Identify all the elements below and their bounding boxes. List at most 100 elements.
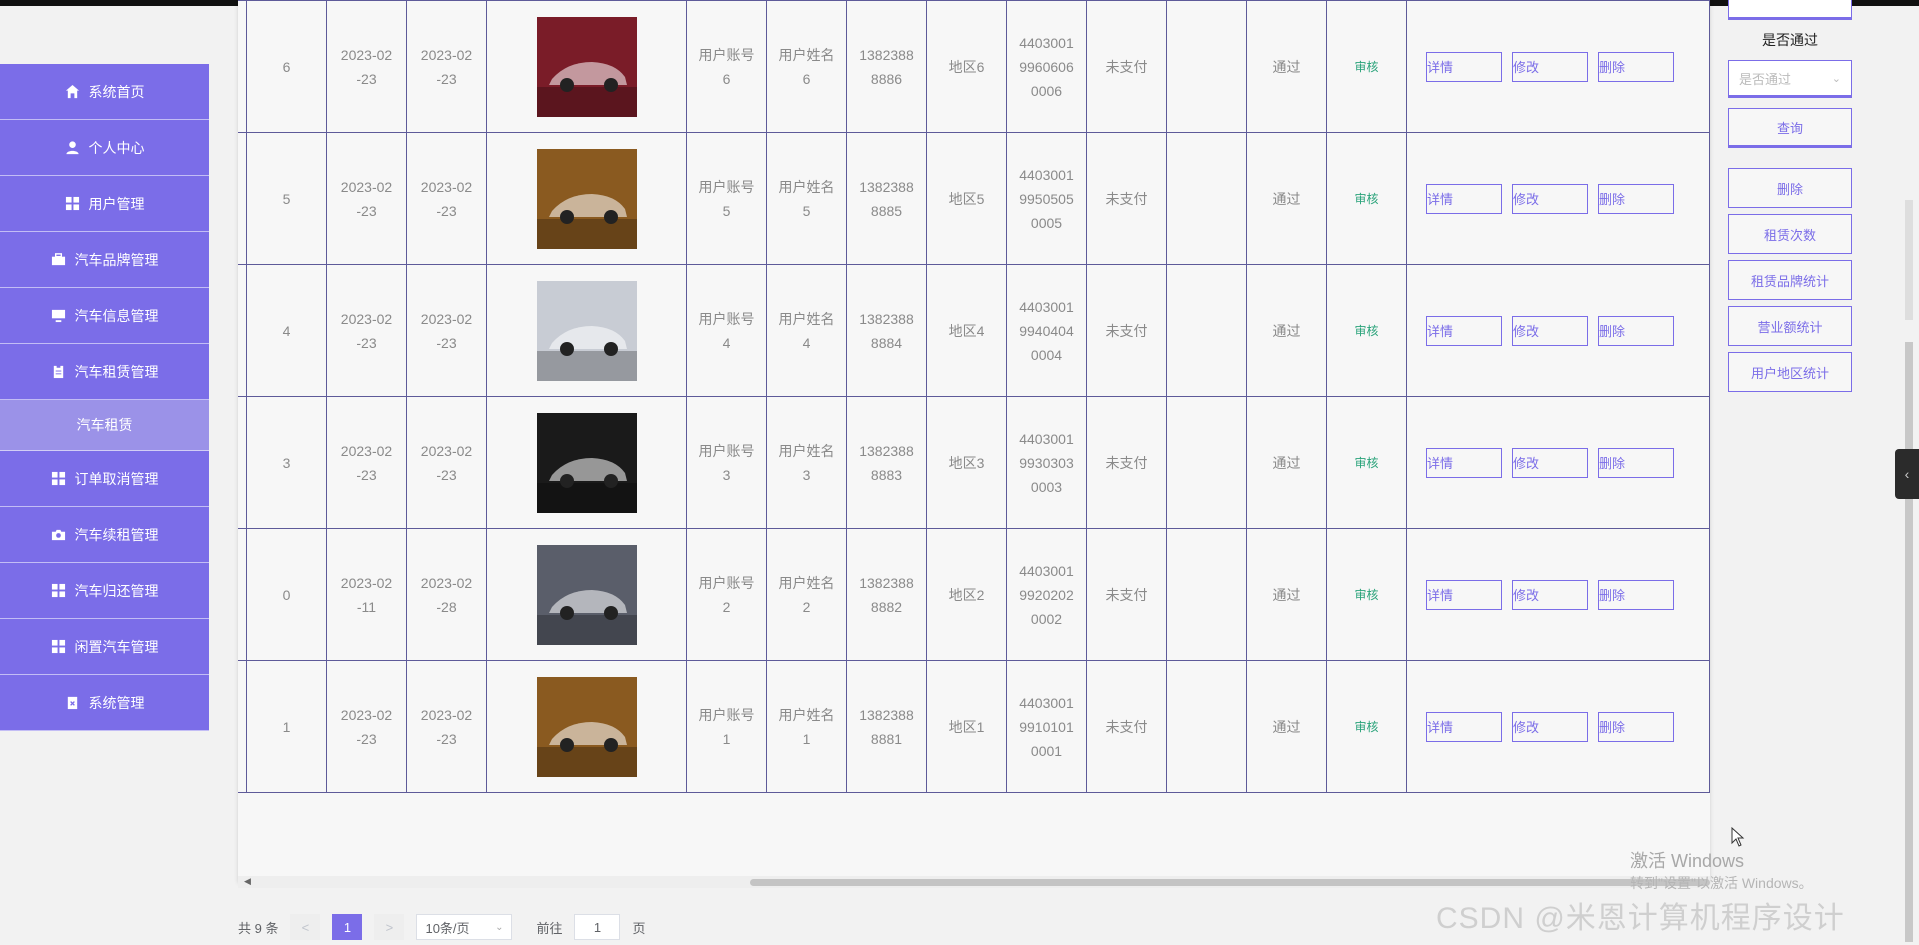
sidebar-item-5[interactable]: 汽车租赁管理	[0, 344, 209, 400]
region-cell: 地区4	[926, 264, 1007, 397]
actions-cell: 详情修改删除	[1406, 132, 1710, 265]
end-date-cell: 2023-02-23	[406, 264, 487, 397]
detail-button[interactable]: 详情	[1426, 579, 1502, 610]
edit-button[interactable]: 修改	[1512, 447, 1588, 478]
sidebar-item-4[interactable]: 汽车信息管理	[0, 288, 209, 344]
row-id-cell: 3	[246, 396, 327, 529]
detail-button[interactable]: 详情	[1426, 447, 1502, 478]
row-id-cell: 4	[246, 264, 327, 397]
edit-button[interactable]: 修改	[1512, 51, 1588, 82]
review-link[interactable]: 审核	[1354, 720, 1378, 734]
sidebar-item-label: 汽车信息管理	[74, 307, 159, 324]
review-link[interactable]: 审核	[1354, 588, 1378, 602]
row-id-cell: 6	[246, 0, 327, 133]
briefcase-icon	[51, 252, 67, 268]
sidebar-item-1[interactable]: 个人中心	[0, 120, 209, 176]
idcard-cell: 4403001 9930303 0003	[1006, 396, 1087, 529]
edit-button[interactable]: 修改	[1512, 711, 1588, 742]
horizontal-scrollbar[interactable]: ◀	[238, 876, 1710, 888]
delete-button[interactable]: 删除	[1598, 183, 1674, 214]
car-photo[interactable]	[536, 16, 637, 117]
idcard-cell: 4403001 9920202 0002	[1006, 528, 1087, 661]
row-id-cell: 5	[246, 132, 327, 265]
sidebar-item-label: 订单取消管理	[74, 470, 159, 487]
region-stats-button[interactable]: 用户地区统计	[1728, 352, 1852, 392]
sidebar-item-9[interactable]: 汽车归还管理	[0, 563, 209, 619]
car-photo[interactable]	[536, 280, 637, 381]
revenue-stats-button[interactable]: 营业额统计	[1728, 306, 1852, 346]
detail-button[interactable]: 详情	[1426, 711, 1502, 742]
detail-button[interactable]: 详情	[1426, 315, 1502, 346]
sidebar-item-6[interactable]: 汽车租赁	[0, 400, 209, 451]
car-photo[interactable]	[536, 676, 637, 777]
windows-activation-title: 激活 Windows	[1630, 851, 1745, 871]
detail-button[interactable]: 详情	[1426, 51, 1502, 82]
delete-button[interactable]: 删除	[1598, 315, 1674, 346]
delete-button[interactable]: 删除	[1598, 447, 1674, 478]
collapse-panel-button[interactable]: ‹	[1895, 449, 1919, 499]
pass-filter-label: 是否通过	[1762, 32, 1818, 48]
edit-button[interactable]: 修改	[1512, 579, 1588, 610]
sidebar-item-11[interactable]: 系统管理	[0, 675, 209, 731]
vertical-scrollbar-track[interactable]	[1905, 200, 1913, 320]
review-link[interactable]: 审核	[1354, 60, 1378, 74]
brand-stats-button[interactable]: 租赁品牌统计	[1728, 260, 1852, 300]
name-cell: 用户姓名 5	[766, 132, 847, 265]
actions-cell: 详情修改删除	[1406, 528, 1710, 661]
page-size-select[interactable]: 10条/页 ⌄	[416, 914, 513, 940]
row-gutter	[238, 396, 247, 529]
region-cell: 地区6	[926, 0, 1007, 133]
vertical-scrollbar-thumb[interactable]	[1905, 342, 1913, 942]
sidebar-item-0[interactable]: 系统首页	[0, 64, 209, 120]
row-gutter	[238, 0, 247, 133]
total-count: 共 9 条	[238, 920, 279, 936]
car-photo[interactable]	[536, 412, 637, 513]
grid-icon	[51, 639, 67, 655]
payment-status-cell: 未支付	[1086, 528, 1167, 661]
review-cell: 审核	[1326, 660, 1407, 793]
note-cell	[1166, 660, 1247, 793]
name-cell: 用户姓名 3	[766, 396, 847, 529]
detail-button[interactable]: 详情	[1426, 183, 1502, 214]
review-link[interactable]: 审核	[1354, 324, 1378, 338]
delete-button[interactable]: 删除	[1598, 579, 1674, 610]
car-photo[interactable]	[536, 148, 637, 249]
sidebar-item-label: 系统首页	[88, 83, 145, 100]
name-cell: 用户姓名 2	[766, 528, 847, 661]
sidebar-item-label: 汽车租赁	[76, 417, 133, 433]
pass-filter-select[interactable]: 是否通过 ⌄	[1728, 60, 1852, 98]
pass-status-cell: 通过	[1246, 528, 1327, 661]
scroll-left-icon[interactable]: ◀	[244, 876, 251, 887]
review-cell: 审核	[1326, 528, 1407, 661]
sidebar-item-8[interactable]: 汽车续租管理	[0, 507, 209, 563]
review-link[interactable]: 审核	[1354, 192, 1378, 206]
batch-delete-button[interactable]: 删除	[1728, 168, 1852, 208]
actions-cell: 详情修改删除	[1406, 660, 1710, 793]
rental-count-button[interactable]: 租赁次数	[1728, 214, 1852, 254]
idcard-cell: 4403001 9960606 0006	[1006, 0, 1087, 133]
payment-status-cell: 未支付	[1086, 264, 1167, 397]
review-cell: 审核	[1326, 396, 1407, 529]
car-photo[interactable]	[536, 544, 637, 645]
next-page-button[interactable]: >	[374, 914, 405, 940]
edit-button[interactable]: 修改	[1512, 315, 1588, 346]
name-cell: 用户姓名 1	[766, 660, 847, 793]
sidebar-item-2[interactable]: 用户管理	[0, 176, 209, 232]
pass-status-cell: 通过	[1246, 396, 1327, 529]
scrollbar-thumb[interactable]	[750, 879, 1710, 886]
filter-top-button[interactable]	[1728, 0, 1852, 20]
edit-button[interactable]: 修改	[1512, 183, 1588, 214]
rental-table: 72023-02-232023-02-23用户账号7用户姓名7138238888…	[238, 0, 1710, 793]
car-image-cell	[486, 0, 687, 133]
sidebar-item-7[interactable]: 订单取消管理	[0, 451, 209, 507]
delete-button[interactable]: 删除	[1598, 711, 1674, 742]
sidebar-item-3[interactable]: 汽车品牌管理	[0, 232, 209, 288]
review-link[interactable]: 审核	[1354, 456, 1378, 470]
sidebar-item-10[interactable]: 闲置汽车管理	[0, 619, 209, 675]
goto-page-input[interactable]: 1	[574, 914, 621, 940]
search-button[interactable]: 查询	[1728, 108, 1852, 148]
home-icon	[65, 84, 81, 100]
page-1-button[interactable]: 1	[332, 914, 363, 940]
delete-button[interactable]: 删除	[1598, 51, 1674, 82]
prev-page-button[interactable]: <	[290, 914, 321, 940]
